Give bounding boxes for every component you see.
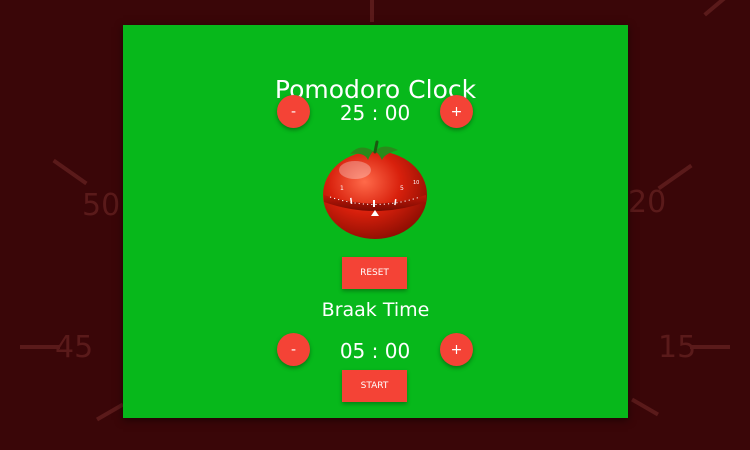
pomodoro-card: Pomodoro Clock - 25 : 00 + 1 5 10 RESET … — [123, 25, 628, 418]
bg-tick — [96, 402, 124, 422]
break-increment-button[interactable]: + — [440, 333, 473, 366]
break-decrement-button[interactable]: - — [277, 333, 310, 366]
break-title: Braak Time — [321, 299, 430, 321]
bg-label-20: 20 — [628, 185, 667, 220]
reset-button[interactable]: RESET — [342, 257, 407, 289]
bg-label-50: 50 — [82, 188, 121, 223]
bg-tick — [370, 0, 374, 22]
session-time: 25 : 00 — [339, 101, 411, 125]
session-decrement-button[interactable]: - — [277, 95, 310, 128]
bg-tick — [690, 345, 730, 349]
break-time: 05 : 00 — [339, 339, 411, 363]
tomato-timer-icon: 1 5 10 — [323, 140, 427, 239]
bg-tick — [703, 0, 737, 17]
dial-number-10: 10 — [413, 180, 419, 186]
dial-number-5: 5 — [400, 185, 404, 192]
dial-number-1: 1 — [340, 185, 344, 192]
start-button[interactable]: START — [342, 370, 407, 402]
bg-label-45: 45 — [55, 330, 94, 365]
bg-tick — [657, 163, 693, 191]
session-increment-button[interactable]: + — [440, 95, 473, 128]
bg-tick — [52, 158, 88, 186]
bg-tick — [20, 345, 60, 349]
bg-tick — [631, 397, 659, 417]
